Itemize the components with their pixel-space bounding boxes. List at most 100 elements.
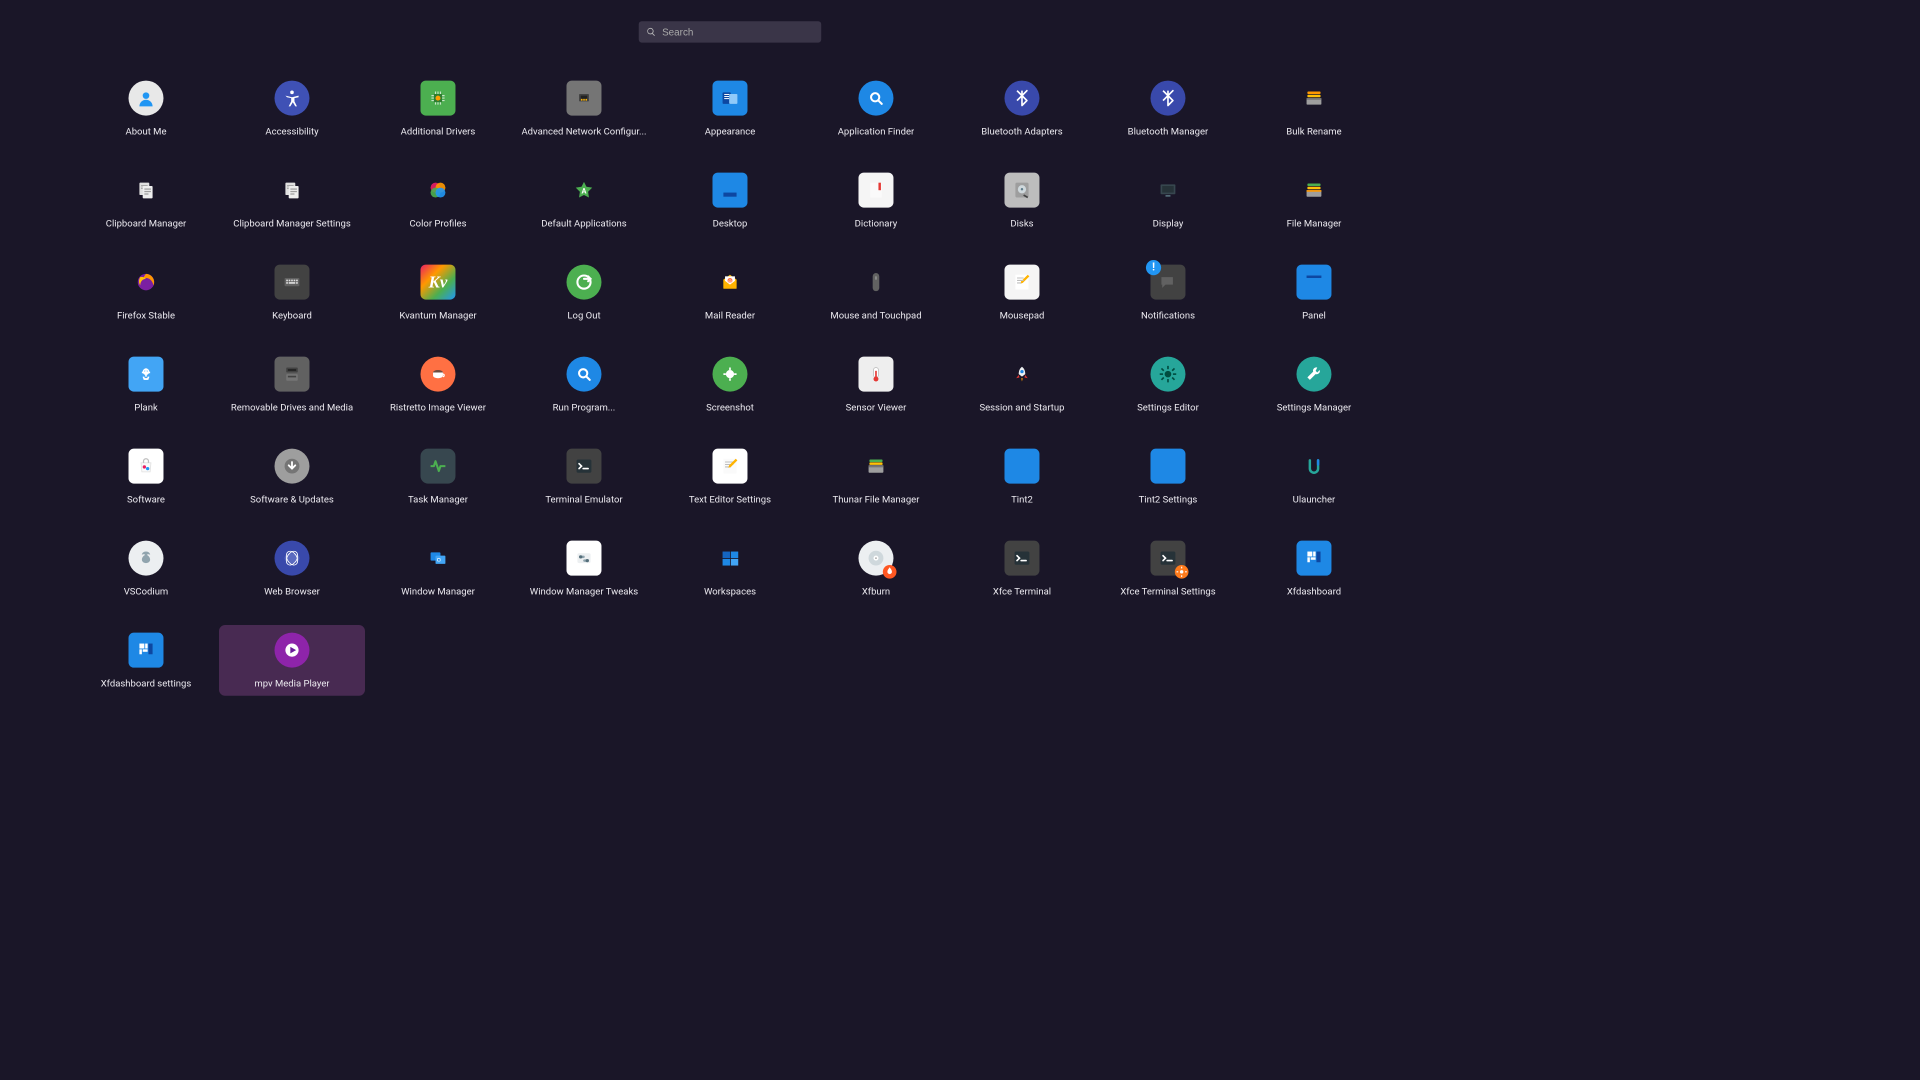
app-software-and-updates[interactable]: Software & Updates bbox=[219, 441, 365, 512]
app-label: Web Browser bbox=[264, 586, 320, 597]
app-window-manager-tweaks[interactable]: Window Manager Tweaks bbox=[511, 533, 657, 604]
app-desktop[interactable]: Desktop bbox=[657, 165, 803, 236]
app-web-browser[interactable]: Web Browser bbox=[219, 533, 365, 604]
app-plank[interactable]: Plank bbox=[73, 349, 219, 420]
app-sensor-viewer[interactable]: Sensor Viewer bbox=[803, 349, 949, 420]
pulse-icon bbox=[417, 446, 458, 487]
app-application-finder[interactable]: Application Finder bbox=[803, 73, 949, 144]
bluetooth-icon bbox=[1001, 78, 1042, 119]
app-mouse-and-touchpad[interactable]: Mouse and Touchpad bbox=[803, 257, 949, 328]
app-label: Removable Drives and Media bbox=[231, 402, 353, 413]
app-label: About Me bbox=[125, 126, 166, 137]
app-bluetooth-adapters[interactable]: Bluetooth Adapters bbox=[949, 73, 1095, 144]
app-xfce-terminal[interactable]: Xfce Terminal bbox=[949, 533, 1095, 604]
app-default-applications[interactable]: ADefault Applications bbox=[511, 165, 657, 236]
app-label: Bluetooth Adapters bbox=[981, 126, 1062, 137]
app-settings-editor[interactable]: Settings Editor bbox=[1095, 349, 1241, 420]
app-label: Thunar File Manager bbox=[833, 494, 920, 505]
search-icon bbox=[646, 27, 656, 38]
app-session-and-startup[interactable]: Session and Startup bbox=[949, 349, 1095, 420]
app-advanced-network-configuration[interactable]: Advanced Network Configur... bbox=[511, 73, 657, 144]
app-disks[interactable]: Disks bbox=[949, 165, 1095, 236]
app-log-out[interactable]: Log Out bbox=[511, 257, 657, 328]
wrench-green-icon bbox=[1293, 354, 1334, 395]
app-xfdashboard[interactable]: Xfdashboard bbox=[1241, 533, 1387, 604]
app-label: Screenshot bbox=[706, 402, 754, 413]
app-tint2-settings[interactable]: Tint2 Settings bbox=[1095, 441, 1241, 512]
app-label: Notifications bbox=[1141, 310, 1195, 321]
app-firefox-stable[interactable]: Firefox Stable bbox=[73, 257, 219, 328]
app-dictionary[interactable]: Dictionary bbox=[803, 165, 949, 236]
app-additional-drivers[interactable]: Additional Drivers bbox=[365, 73, 511, 144]
app-about-me[interactable]: About Me bbox=[73, 73, 219, 144]
app-label: Software & Updates bbox=[250, 494, 334, 505]
search-box[interactable] bbox=[639, 21, 821, 42]
sensor-icon bbox=[855, 354, 896, 395]
app-label: Advanced Network Configur... bbox=[521, 126, 646, 137]
app-settings-manager[interactable]: Settings Manager bbox=[1241, 349, 1387, 420]
app-keyboard[interactable]: Keyboard bbox=[219, 257, 365, 328]
app-accessibility[interactable]: Accessibility bbox=[219, 73, 365, 144]
app-label: Bulk Rename bbox=[1286, 126, 1341, 137]
app-tint2[interactable]: Tint2 bbox=[949, 441, 1095, 512]
blue-square-icon bbox=[1001, 446, 1042, 487]
app-xfdashboard-settings[interactable]: Xfdashboard settings bbox=[73, 625, 219, 696]
app-screenshot[interactable]: Screenshot bbox=[657, 349, 803, 420]
person-circle-icon bbox=[125, 78, 166, 119]
text-editor-icon bbox=[709, 446, 750, 487]
app-workspaces[interactable]: Workspaces bbox=[657, 533, 803, 604]
app-label: Ulauncher bbox=[1293, 494, 1336, 505]
app-label: Mail Reader bbox=[705, 310, 755, 321]
app-file-manager[interactable]: File Manager bbox=[1241, 165, 1387, 236]
app-label: Mousepad bbox=[1000, 310, 1045, 321]
terminal-icon bbox=[1001, 538, 1042, 579]
blue-square-icon bbox=[1147, 446, 1188, 487]
app-label: Additional Drivers bbox=[401, 126, 476, 137]
monitor-icon bbox=[1147, 170, 1188, 211]
drawer-color-icon bbox=[1293, 170, 1334, 211]
app-label: VSCodium bbox=[124, 586, 169, 597]
app-run-program[interactable]: Run Program... bbox=[511, 349, 657, 420]
clipboard-two-icon bbox=[271, 170, 312, 211]
app-clipboard-manager[interactable]: Clipboard Manager bbox=[73, 165, 219, 236]
app-text-editor-settings[interactable]: Text Editor Settings bbox=[657, 441, 803, 512]
app-ulauncher[interactable]: Ulauncher bbox=[1241, 441, 1387, 512]
app-bulk-rename[interactable]: Bulk Rename bbox=[1241, 73, 1387, 144]
app-xfburn[interactable]: Xfburn bbox=[803, 533, 949, 604]
app-xfce-terminal-settings[interactable]: Xfce Terminal Settings bbox=[1095, 533, 1241, 604]
terminal-settings-icon bbox=[1147, 538, 1188, 579]
app-vscodium[interactable]: VSCodium bbox=[73, 533, 219, 604]
drawer-stack-icon bbox=[1293, 78, 1334, 119]
app-kvantum-manager[interactable]: KvKvantum Manager bbox=[365, 257, 511, 328]
app-mousepad[interactable]: Mousepad bbox=[949, 257, 1095, 328]
app-label: Firefox Stable bbox=[117, 310, 175, 321]
notifications-icon: ! bbox=[1147, 262, 1188, 303]
app-terminal-emulator[interactable]: Terminal Emulator bbox=[511, 441, 657, 512]
app-bluetooth-manager[interactable]: Bluetooth Manager bbox=[1095, 73, 1241, 144]
app-appearance[interactable]: Appearance bbox=[657, 73, 803, 144]
accessibility-icon bbox=[271, 78, 312, 119]
clipboard-two-icon bbox=[125, 170, 166, 211]
thunar-icon bbox=[855, 446, 896, 487]
app-label: Run Program... bbox=[553, 402, 616, 413]
run-icon bbox=[563, 354, 604, 395]
app-thunar-file-manager[interactable]: Thunar File Manager bbox=[803, 441, 949, 512]
app-panel[interactable]: Panel bbox=[1241, 257, 1387, 328]
app-clipboard-manager-settings[interactable]: Clipboard Manager Settings bbox=[219, 165, 365, 236]
app-display[interactable]: Display bbox=[1095, 165, 1241, 236]
app-software[interactable]: Software bbox=[73, 441, 219, 512]
app-color-profiles[interactable]: Color Profiles bbox=[365, 165, 511, 236]
app-removable-drives-and-media[interactable]: Removable Drives and Media bbox=[219, 349, 365, 420]
app-ristretto-image-viewer[interactable]: Ristretto Image Viewer bbox=[365, 349, 511, 420]
blue-folder-icon bbox=[709, 170, 750, 211]
app-window-manager[interactable]: Window Manager bbox=[365, 533, 511, 604]
app-notifications[interactable]: ! Notifications bbox=[1095, 257, 1241, 328]
app-mail-reader[interactable]: @Mail Reader bbox=[657, 257, 803, 328]
app-task-manager[interactable]: Task Manager bbox=[365, 441, 511, 512]
app-mpv-media-player[interactable]: mpv Media Player bbox=[219, 625, 365, 696]
search-input[interactable] bbox=[662, 26, 814, 37]
app-label: Settings Editor bbox=[1137, 402, 1199, 413]
app-label: Plank bbox=[134, 402, 158, 413]
dashboard-icon bbox=[125, 630, 166, 671]
updates-icon bbox=[271, 446, 312, 487]
